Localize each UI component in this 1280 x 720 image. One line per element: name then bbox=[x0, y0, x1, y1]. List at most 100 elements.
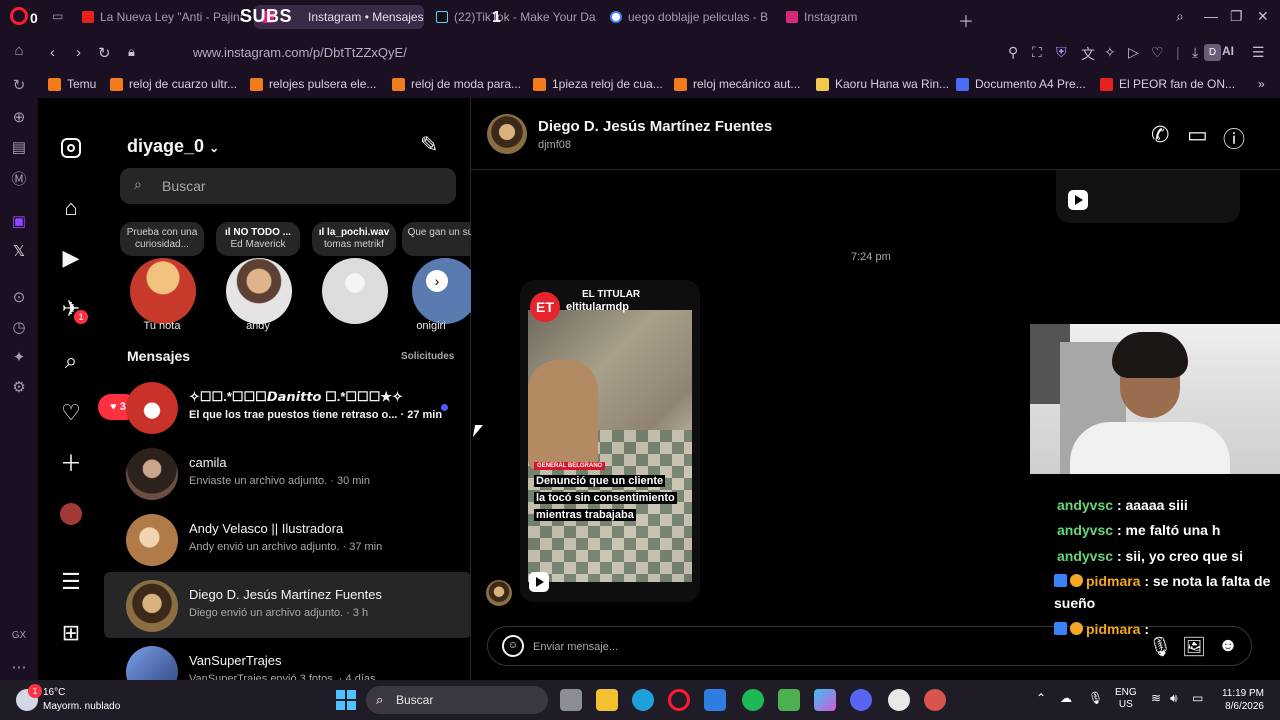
new-tab-icon[interactable]: ＋ bbox=[958, 8, 974, 32]
requests-link[interactable]: Solicitudes bbox=[401, 351, 454, 362]
bookmark-item[interactable]: reloj de moda para... bbox=[392, 77, 521, 91]
game-app-icon[interactable] bbox=[924, 689, 946, 711]
avatar[interactable] bbox=[487, 114, 527, 154]
profile-avatar[interactable] bbox=[58, 503, 84, 529]
task-view-icon[interactable] bbox=[560, 689, 582, 711]
bookmark-temu[interactable]: Temu bbox=[48, 77, 96, 91]
more-menu-icon[interactable]: ☰ bbox=[58, 569, 84, 595]
lock-icon[interactable]: 🔒︎ bbox=[128, 44, 135, 60]
shared-reel-message[interactable]: ET EL TITULAR eltitularmdp GENERAL BELGR… bbox=[520, 280, 700, 602]
windows-start-icon[interactable] bbox=[336, 690, 356, 710]
chat-contact-name[interactable]: Diego D. Jesús Martínez Fuentes bbox=[538, 118, 772, 135]
conversation-danitto[interactable]: ✧☐☐.*☐☐☐𝘿𝙖𝙣𝙞𝙩𝙩𝙤 ☐.*☐☐☐★✧ El que los trae… bbox=[104, 374, 471, 440]
compose-icon[interactable]: ✎ bbox=[420, 132, 438, 158]
file-explorer-icon[interactable] bbox=[596, 689, 618, 711]
store-icon[interactable] bbox=[704, 689, 726, 711]
x-icon[interactable]: 𝕏 bbox=[10, 242, 28, 260]
snapshot-icon[interactable]: ⛶ bbox=[1032, 44, 1042, 61]
volume-icon[interactable]: 🔊︎ bbox=[1170, 691, 1178, 706]
download-icon[interactable]: ⤓ bbox=[1192, 44, 1198, 61]
minimize-icon[interactable]: — bbox=[1204, 8, 1218, 24]
phone-icon[interactable]: ✆ bbox=[1151, 122, 1169, 148]
conversation-camila[interactable]: camila Enviaste un archivo adjunto. · 30… bbox=[104, 440, 471, 506]
obs-icon[interactable] bbox=[888, 689, 910, 711]
more-icon[interactable]: ⋯ bbox=[10, 658, 28, 676]
history-icon[interactable]: ◷ bbox=[10, 318, 28, 336]
input-language[interactable]: ENG US bbox=[1115, 687, 1137, 711]
reload-icon[interactable]: ↻ bbox=[98, 44, 111, 62]
home-icon[interactable]: ⌂ bbox=[10, 42, 28, 59]
refresh-icon[interactable]: ↻ bbox=[10, 76, 28, 94]
send-icon[interactable]: ▷ bbox=[1128, 44, 1139, 61]
tab-menu-icon[interactable]: ▭ bbox=[52, 9, 63, 23]
video-call-icon[interactable]: ▭ bbox=[1187, 122, 1208, 148]
wallet-icon[interactable]: ▤ bbox=[10, 138, 28, 156]
close-icon[interactable]: ✕ bbox=[1257, 8, 1269, 25]
apps-icon[interactable]: ⊞ bbox=[58, 620, 84, 646]
message-input[interactable] bbox=[533, 638, 1033, 656]
chevron-right-icon[interactable]: › bbox=[426, 270, 448, 292]
bookmark-item[interactable]: Documento A4 Pre... bbox=[956, 77, 1086, 91]
tab-tiktok[interactable]: (22)TikTok - Make Your Da bbox=[436, 5, 596, 29]
opera-logo-icon[interactable] bbox=[10, 7, 28, 25]
twitch-icon[interactable]: ▣ bbox=[10, 212, 28, 230]
instagram-logo-icon[interactable] bbox=[58, 135, 84, 161]
player-icon[interactable]: ⊙ bbox=[10, 288, 28, 306]
home-icon[interactable]: ⌂ bbox=[58, 195, 84, 221]
battery-icon[interactable]: ▭ bbox=[1192, 691, 1203, 705]
gx-icon[interactable]: GX bbox=[10, 630, 28, 641]
weather-temp[interactable]: 16°C bbox=[43, 687, 65, 698]
search-tabs-icon[interactable]: ⌕ bbox=[1176, 8, 1184, 25]
tab-google[interactable]: uego doblajje peliculas - B bbox=[610, 5, 770, 29]
forward-icon[interactable]: › bbox=[76, 44, 81, 61]
translate-icon[interactable]: 文 bbox=[1081, 44, 1095, 64]
back-icon[interactable]: ‹ bbox=[50, 44, 55, 61]
search-bar[interactable]: ⌕ bbox=[120, 168, 456, 204]
previous-media-message[interactable] bbox=[1056, 170, 1240, 223]
aria-ai-button[interactable]: AI bbox=[1222, 44, 1234, 58]
create-icon[interactable]: ＋ bbox=[58, 451, 84, 477]
discord-icon[interactable] bbox=[850, 689, 872, 711]
microphone-icon[interactable]: 🎙︎ bbox=[1088, 691, 1103, 705]
reels-icon[interactable]: ▶ bbox=[58, 245, 84, 271]
search-input[interactable] bbox=[162, 176, 442, 196]
bookmark-item[interactable]: 1pieza reloj de cua... bbox=[533, 77, 663, 91]
messenger-icon[interactable]: Ⓜ bbox=[10, 168, 28, 189]
tray-overflow-icon[interactable]: ⌃ bbox=[1036, 691, 1046, 705]
search-icon[interactable]: ⌕ bbox=[58, 348, 84, 374]
bookmarks-overflow-icon[interactable]: » bbox=[1258, 77, 1265, 91]
shield-icon[interactable]: ⛨ bbox=[1056, 44, 1067, 61]
restore-icon[interactable]: ❐ bbox=[1230, 8, 1243, 25]
notifications-heart-icon[interactable]: ♡ bbox=[58, 400, 84, 426]
sender-avatar[interactable] bbox=[486, 580, 512, 606]
edge-icon[interactable] bbox=[632, 689, 654, 711]
info-icon[interactable]: ⓘ bbox=[1223, 122, 1245, 154]
spotify-icon[interactable] bbox=[742, 689, 764, 711]
account-switcher[interactable]: diyage_0 ⌄ bbox=[127, 136, 219, 157]
bookmark-item[interactable]: El PEOR fan de ON... bbox=[1100, 77, 1235, 91]
onedrive-icon[interactable]: ☁ bbox=[1060, 691, 1072, 705]
tab-instagram[interactable]: Instagram bbox=[786, 5, 906, 29]
menu-icon[interactable]: ☰ bbox=[1252, 44, 1265, 61]
bookmark-item[interactable]: Kaoru Hana wa Rin... bbox=[816, 77, 949, 91]
profile-avatar[interactable]: D bbox=[1204, 44, 1221, 61]
bookmark-item[interactable]: reloj de cuarzo ultr... bbox=[110, 77, 237, 91]
sparkle-icon[interactable]: ✧ bbox=[1104, 44, 1116, 61]
wifi-icon[interactable]: ≋ bbox=[1151, 691, 1161, 705]
tab-youtube[interactable]: La Nueva Ley "Anti - Pajina bbox=[82, 5, 242, 29]
weather-condition[interactable]: Mayorm. nublado bbox=[43, 701, 120, 712]
conversation-andy-velasco[interactable]: Andy Velasco || Ilustradora Andy envió u… bbox=[104, 506, 471, 572]
minecraft-icon[interactable] bbox=[778, 689, 800, 711]
settings-icon[interactable]: ⚙ bbox=[10, 378, 28, 396]
clock[interactable]: 11:19 PM 8/6/2026 bbox=[1216, 687, 1264, 713]
emoji-icon[interactable]: ☺ bbox=[502, 635, 524, 657]
pin-icon[interactable]: ⚲ bbox=[1008, 44, 1018, 61]
url-field[interactable]: www.instagram.com/p/DbtTtZZxQyE/ bbox=[193, 45, 407, 60]
bag-icon[interactable]: ⊕ bbox=[10, 108, 28, 126]
taskbar-search[interactable]: ⌕ Buscar bbox=[366, 686, 548, 714]
copilot-icon[interactable] bbox=[814, 689, 836, 711]
bookmark-item[interactable]: relojes pulsera ele... bbox=[250, 77, 376, 91]
conversation-diego[interactable]: Diego D. Jesús Martínez Fuentes Diego en… bbox=[104, 572, 471, 638]
extensions-icon[interactable]: ✦ bbox=[10, 348, 28, 366]
heart-icon[interactable]: ♡ bbox=[1151, 44, 1164, 61]
